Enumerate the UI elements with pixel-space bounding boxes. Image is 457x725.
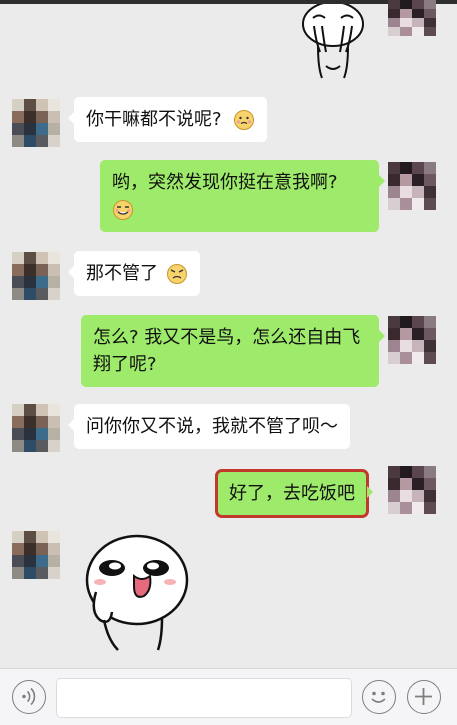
message-text: 那不管了 [86,263,158,284]
contact-avatar[interactable] [12,404,60,452]
message-text: 问你你又不说，我就不管了呗～ [86,416,338,437]
plus-icon [415,688,432,705]
message-text: 哟，突然发现你挺在意我啊? [112,172,338,193]
annoyed-face-icon [166,264,187,284]
embarrassed-face-icon [234,110,255,130]
smug-face-icon [113,200,133,220]
my-avatar[interactable] [388,316,436,364]
voice-button[interactable] [12,680,46,714]
message-input[interactable] [56,678,352,718]
message-bubble-outgoing[interactable]: 好了，去吃饭吧 [215,469,373,518]
contact-avatar[interactable] [12,531,60,579]
my-avatar[interactable] [388,162,436,210]
contact-avatar[interactable] [12,252,60,300]
voice-icon [22,687,36,706]
message-bubble-incoming[interactable]: 那不管了 [68,251,200,296]
message-text: 你干嘛都不说呢? [86,109,222,130]
message-text: 好了，去吃饭吧 [229,483,355,504]
crying-cartoon-sticker[interactable] [298,1,368,80]
my-avatar[interactable] [388,466,436,514]
message-bubble-incoming[interactable]: 问你你又不说，我就不管了呗～ [68,404,350,449]
my-avatar[interactable] [388,0,436,36]
emoji-button[interactable] [362,680,396,714]
tongue-out-cartoon-sticker[interactable] [82,530,192,652]
message-bubble-outgoing[interactable]: 哟，突然发现你挺在意我啊? [100,160,385,232]
emoji-icon [371,691,386,703]
message-bubble-incoming[interactable]: 你干嘛都不说呢? [67,97,268,142]
message-bubble-outgoing[interactable]: 怎么? 我又不是鸟，怎么还自由飞翔了呢? [81,315,385,387]
contact-avatar[interactable] [12,99,60,147]
more-button[interactable] [407,680,441,714]
chat-input-bar [0,668,457,725]
message-text: 怎么? 我又不是鸟，怎么还自由飞翔了呢? [93,327,361,375]
